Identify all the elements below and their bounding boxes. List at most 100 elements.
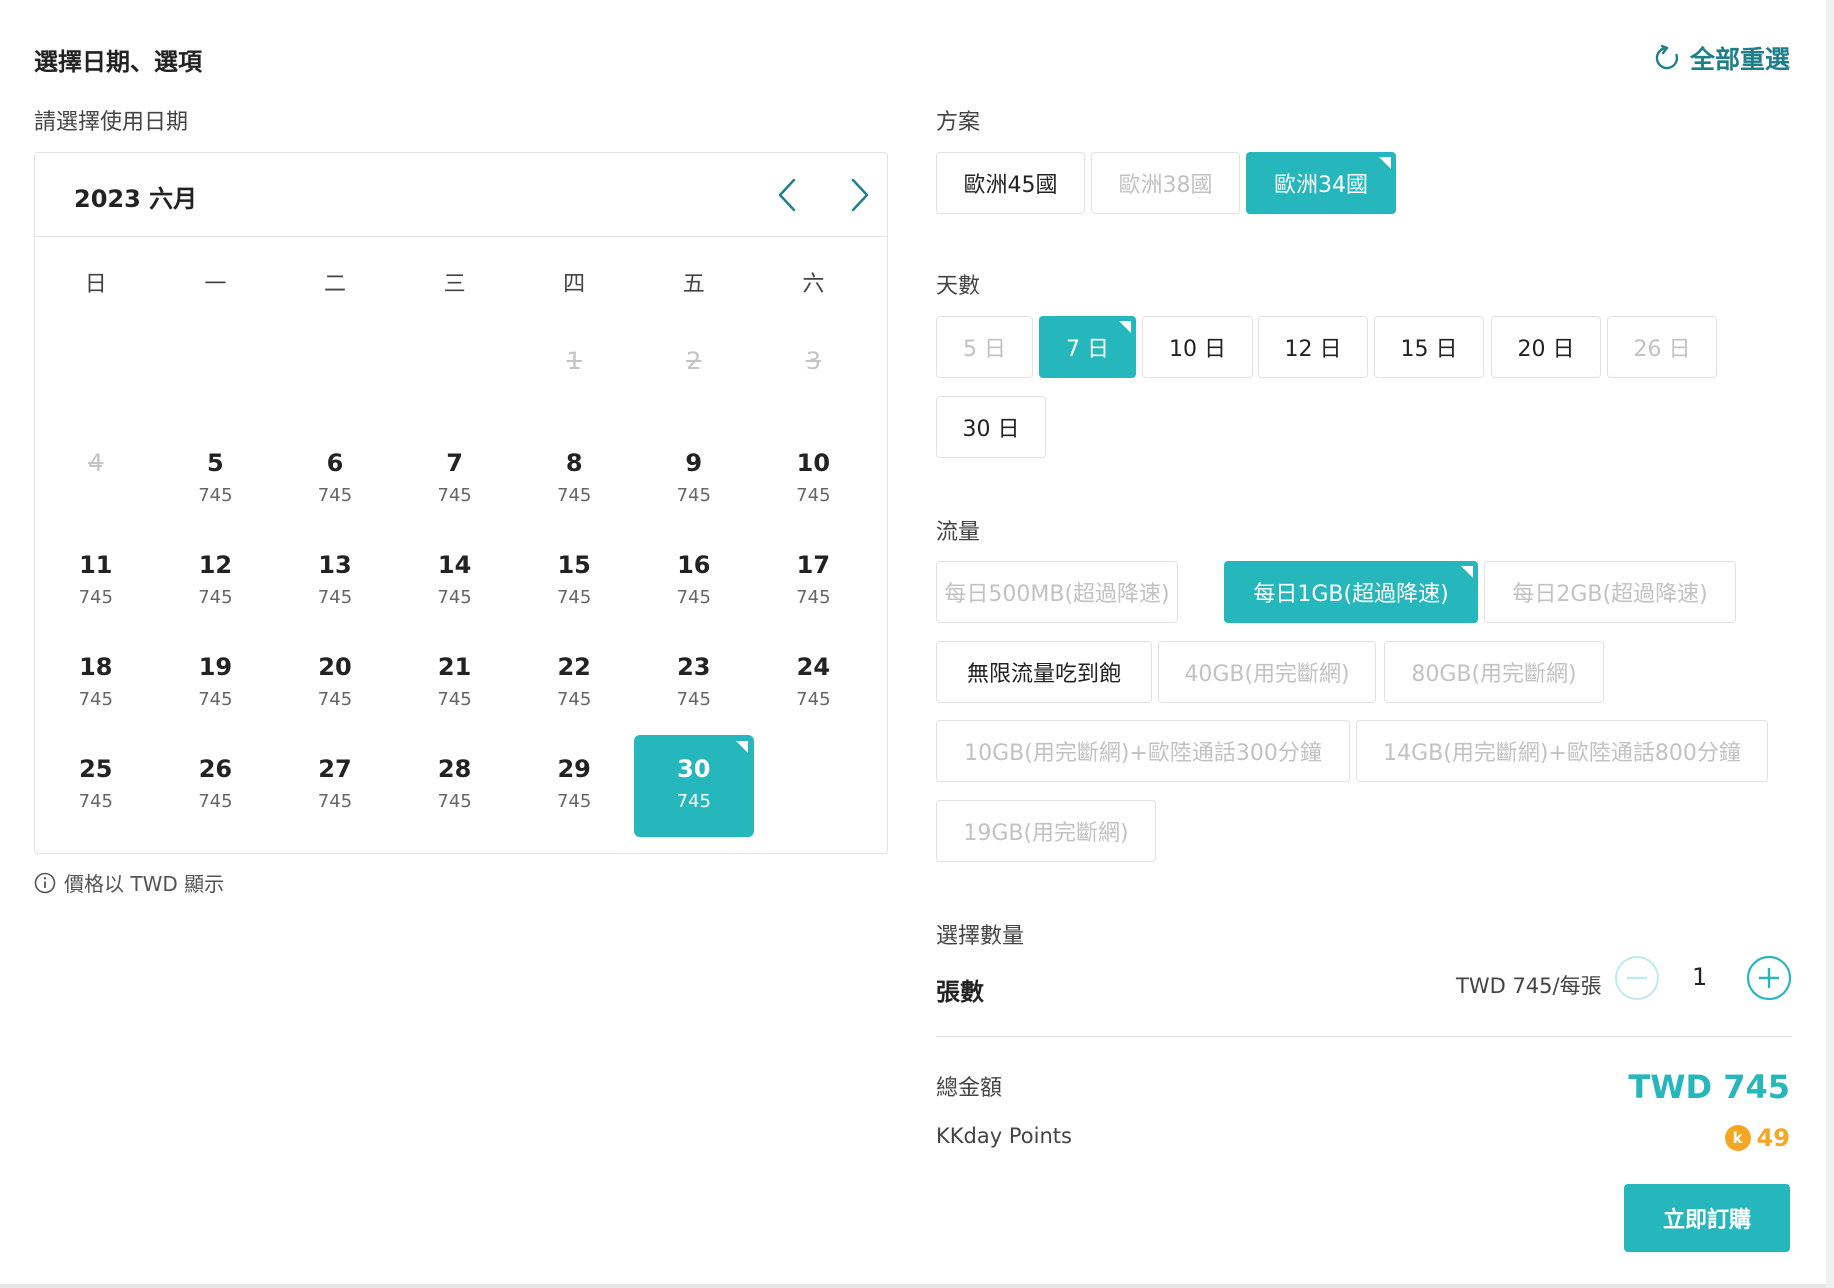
day-price: 745 <box>198 791 233 812</box>
days-option[interactable]: 10 日 <box>1142 316 1253 378</box>
days-option-label: 12 日 <box>1284 337 1342 362</box>
plan-option[interactable]: 歐洲34國 <box>1246 152 1396 214</box>
calendar-day[interactable]: 16 745 <box>634 531 754 633</box>
days-option: 26 日 <box>1607 316 1717 378</box>
calendar-day[interactable]: 28 745 <box>395 735 515 837</box>
calendar-day[interactable]: 20 745 <box>275 633 395 735</box>
selected-corner-mark <box>1119 321 1131 333</box>
calendar-grid: 日一二三四五六 1 2 3 4 5 745 6 745 7 745 8 745 9 745 10 745 11 7… <box>35 237 889 837</box>
plan-option[interactable]: 歐洲45國 <box>936 152 1085 214</box>
currency-note-text: 價格以 TWD 顯示 <box>64 872 225 896</box>
calendar-day-selected[interactable]: 30 745 <box>633 735 754 837</box>
day-price: 745 <box>556 485 592 506</box>
day-price: 745 <box>676 791 711 812</box>
next-month-button[interactable] <box>838 173 882 217</box>
section-title: 選擇日期、選項 <box>34 48 202 76</box>
data-option-label: 無限流量吃到飽 <box>966 662 1121 687</box>
weekday-header: 日 <box>84 272 107 297</box>
days-option-label: 26 日 <box>1633 337 1691 362</box>
day-number: 7 <box>446 449 463 477</box>
days-option-label: 30 日 <box>962 417 1020 442</box>
calendar-header: 2023 六月 <box>35 153 887 237</box>
calendar-day[interactable]: 22 745 <box>514 633 634 735</box>
calendar-day[interactable]: 14 745 <box>395 531 515 633</box>
data-option-label: 每日1GB(超過降速) <box>1253 582 1449 607</box>
weekday-row: 日一二三四五六 <box>35 237 889 327</box>
calendar-day[interactable]: 24 745 <box>754 633 874 735</box>
calendar-day[interactable]: 19 745 <box>156 633 276 735</box>
day-number: 27 <box>318 755 352 783</box>
currency-note: 價格以 TWD 顯示 <box>34 868 224 897</box>
calendar-day[interactable]: 7 745 <box>395 429 515 531</box>
quantity-value: 1 <box>1692 963 1708 991</box>
panel-right-border <box>1826 0 1834 1288</box>
data-option[interactable]: 無限流量吃到飽 <box>936 641 1152 703</box>
calendar-day[interactable]: 15 745 <box>514 531 634 633</box>
increase-quantity-button[interactable] <box>1746 955 1792 1001</box>
calendar-day[interactable]: 13 745 <box>275 531 395 633</box>
day-number: 4 <box>88 449 104 477</box>
days-option[interactable]: 7 日 <box>1039 316 1136 378</box>
prev-month-button[interactable] <box>765 173 809 217</box>
decrease-quantity-button[interactable] <box>1614 955 1660 1001</box>
day-price: 745 <box>78 791 113 812</box>
day-price: 745 <box>676 485 711 506</box>
days-option: 5 日 <box>936 316 1033 378</box>
points-value-group: k 49 <box>1724 1124 1790 1152</box>
calendar-empty-cell <box>156 327 276 429</box>
calendar-day[interactable]: 5 745 <box>156 429 276 531</box>
calendar-day[interactable]: 23 745 <box>634 633 754 735</box>
calendar-empty-cell <box>275 327 395 429</box>
day-number: 22 <box>557 653 591 681</box>
total-label: 總金額 <box>936 1076 1003 1101</box>
summary-divider <box>936 1036 1792 1037</box>
day-price: 745 <box>198 485 233 506</box>
data-option-label: 14GB(用完斷網)+歐陸通話800分鐘 <box>1383 741 1741 766</box>
data-option: 每日2GB(超過降速) <box>1484 561 1736 623</box>
info-icon <box>34 872 56 893</box>
days-option[interactable]: 30 日 <box>936 396 1046 458</box>
data-option: 40GB(用完斷網) <box>1158 641 1376 703</box>
day-number: 2 <box>686 347 702 375</box>
calendar-day[interactable]: 8 745 <box>514 429 634 531</box>
data-option[interactable]: 每日1GB(超過降速) <box>1224 561 1478 623</box>
day-price: 745 <box>198 587 233 608</box>
calendar-day[interactable]: 11 745 <box>36 531 156 633</box>
calendar-day: 3 <box>754 327 874 429</box>
day-number: 6 <box>326 449 344 477</box>
calendar: 2023 六月 日一二三四五六 1 2 3 4 5 745 6 745 7 745 8 745 9 745… <box>34 152 888 854</box>
calendar-day[interactable]: 10 745 <box>754 429 874 531</box>
calendar-day[interactable]: 26 745 <box>156 735 276 837</box>
points-value: 49 <box>1756 1124 1790 1152</box>
plan-option-label: 歐洲34國 <box>1274 173 1368 198</box>
data-option-label: 19GB(用完斷網) <box>963 821 1129 846</box>
day-price: 745 <box>796 587 831 608</box>
calendar-day[interactable]: 18 745 <box>36 633 156 735</box>
day-number: 16 <box>677 551 711 579</box>
calendar-empty-cell <box>395 327 515 429</box>
calendar-day[interactable]: 6 745 <box>275 429 395 531</box>
calendar-day[interactable]: 21 745 <box>395 633 515 735</box>
calendar-day[interactable]: 27 745 <box>275 735 395 837</box>
calendar-day[interactable]: 17 745 <box>754 531 874 633</box>
day-price: 745 <box>437 587 472 608</box>
data-option: 10GB(用完斷網)+歐陸通話300分鐘 <box>936 720 1350 782</box>
calendar-empty-cell <box>36 327 156 429</box>
days-option[interactable]: 15 日 <box>1374 316 1484 378</box>
days-option[interactable]: 12 日 <box>1258 316 1368 378</box>
calendar-week-row: 1 2 3 <box>35 327 889 429</box>
calendar-day[interactable]: 29 745 <box>514 735 634 837</box>
day-number: 14 <box>437 551 472 579</box>
calendar-day[interactable]: 25 745 <box>36 735 156 837</box>
calendar-day: 1 <box>514 327 634 429</box>
day-price: 745 <box>676 689 711 710</box>
day-number: 1 <box>566 347 582 375</box>
days-option[interactable]: 20 日 <box>1491 316 1601 378</box>
booking-panel: 選擇日期、選項 全部重選 請選擇使用日期 2023 六月 日一二三四五六 123… <box>0 0 1834 1288</box>
calendar-day[interactable]: 9 745 <box>634 429 754 531</box>
quantity-section-label: 選擇數量 <box>936 924 1025 949</box>
day-number: 18 <box>79 653 113 681</box>
reset-all-button[interactable]: 全部重選 <box>1654 40 1790 76</box>
calendar-day[interactable]: 12 745 <box>156 531 276 633</box>
book-now-button[interactable]: 立即訂購 <box>1624 1184 1790 1252</box>
